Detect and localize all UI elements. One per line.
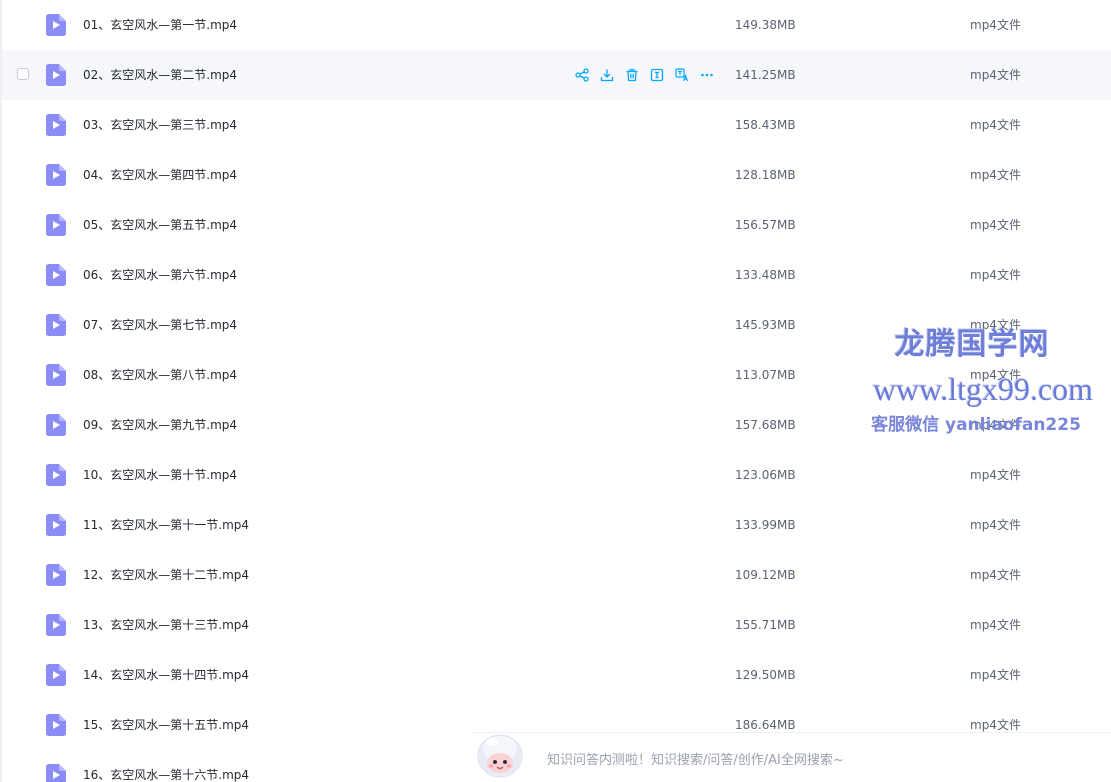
video-file-icon (46, 314, 66, 336)
more-icon[interactable] (698, 66, 716, 84)
file-type: mp4文件 (970, 418, 1021, 432)
file-size: 128.18MB (735, 168, 796, 182)
file-list: 01、玄空风水—第一节.mp4 149.38MB mp4文件 02、玄空风水—第… (2, 0, 1111, 782)
row-checkbox[interactable] (17, 68, 29, 80)
video-file-icon (46, 64, 66, 86)
file-type: mp4文件 (970, 468, 1021, 482)
file-name[interactable]: 03、玄空风水—第三节.mp4 (83, 117, 237, 133)
file-row-6[interactable]: 06、玄空风水—第六节.mp4 133.48MB mp4文件 (2, 250, 1111, 300)
file-row-5[interactable]: 05、玄空风水—第五节.mp4 156.57MB mp4文件 (2, 200, 1111, 250)
file-size: 109.12MB (735, 568, 796, 582)
file-name[interactable]: 02、玄空风水—第二节.mp4 (83, 67, 237, 83)
file-name[interactable]: 05、玄空风水—第五节.mp4 (83, 217, 237, 233)
video-file-icon (46, 364, 66, 386)
video-file-icon (46, 414, 66, 436)
file-size: 157.68MB (735, 418, 796, 432)
file-type: mp4文件 (970, 268, 1021, 282)
file-type: mp4文件 (970, 668, 1021, 682)
share-icon[interactable] (573, 66, 591, 84)
row-actions (573, 66, 716, 84)
assistant-mascot-icon[interactable] (472, 727, 528, 782)
file-name[interactable]: 10、玄空风水—第十节.mp4 (83, 467, 237, 483)
video-file-icon (46, 764, 66, 782)
file-size: 156.57MB (735, 218, 796, 232)
file-type: mp4文件 (970, 218, 1021, 232)
file-size: 123.06MB (735, 468, 796, 482)
file-size: 141.25MB (735, 68, 796, 82)
video-file-icon (46, 614, 66, 636)
file-name[interactable]: 12、玄空风水—第十二节.mp4 (83, 567, 249, 583)
file-type: mp4文件 (970, 318, 1021, 332)
file-row-10[interactable]: 10、玄空风水—第十节.mp4 123.06MB mp4文件 (2, 450, 1111, 500)
file-size: 129.50MB (735, 668, 796, 682)
file-size: 149.38MB (735, 18, 796, 32)
file-type: mp4文件 (970, 18, 1021, 32)
file-type: mp4文件 (970, 68, 1021, 82)
file-name[interactable]: 14、玄空风水—第十四节.mp4 (83, 667, 249, 683)
file-row-11[interactable]: 11、玄空风水—第十一节.mp4 133.99MB mp4文件 (2, 500, 1111, 550)
file-size: 145.93MB (735, 318, 796, 332)
file-name[interactable]: 11、玄空风水—第十一节.mp4 (83, 517, 249, 533)
file-name[interactable]: 08、玄空风水—第八节.mp4 (83, 367, 237, 383)
file-type: mp4文件 (970, 368, 1021, 382)
ai-assistant-bar[interactable]: 知识问答内测啦！知识搜索/问答/创作/AI全网搜索~ (470, 732, 1111, 782)
video-file-icon (46, 514, 66, 536)
file-row-4[interactable]: 04、玄空风水—第四节.mp4 128.18MB mp4文件 (2, 150, 1111, 200)
file-size: 155.71MB (735, 618, 796, 632)
file-size: 186.64MB (735, 718, 796, 732)
video-file-icon (46, 114, 66, 136)
file-size: 113.07MB (735, 368, 796, 382)
file-type: mp4文件 (970, 618, 1021, 632)
video-file-icon (46, 714, 66, 736)
video-file-icon (46, 164, 66, 186)
file-row-8[interactable]: 08、玄空风水—第八节.mp4 113.07MB mp4文件 (2, 350, 1111, 400)
video-file-icon (46, 14, 66, 36)
file-row-3[interactable]: 03、玄空风水—第三节.mp4 158.43MB mp4文件 (2, 100, 1111, 150)
file-type: mp4文件 (970, 118, 1021, 132)
file-row-13[interactable]: 13、玄空风水—第十三节.mp4 155.71MB mp4文件 (2, 600, 1111, 650)
video-file-icon (46, 214, 66, 236)
assistant-prompt-text[interactable]: 知识问答内测啦！知识搜索/问答/创作/AI全网搜索~ (547, 753, 844, 769)
file-size: 158.43MB (735, 118, 796, 132)
file-name[interactable]: 15、玄空风水—第十五节.mp4 (83, 717, 249, 733)
file-name[interactable]: 04、玄空风水—第四节.mp4 (83, 167, 237, 183)
file-size: 133.48MB (735, 268, 796, 282)
translate-icon[interactable] (673, 66, 691, 84)
file-type: mp4文件 (970, 718, 1021, 732)
video-file-icon (46, 264, 66, 286)
file-row-12[interactable]: 12、玄空风水—第十二节.mp4 109.12MB mp4文件 (2, 550, 1111, 600)
video-file-icon (46, 564, 66, 586)
delete-icon[interactable] (623, 66, 641, 84)
file-size: 133.99MB (735, 518, 796, 532)
file-name[interactable]: 07、玄空风水—第七节.mp4 (83, 317, 237, 333)
rename-icon[interactable] (648, 66, 666, 84)
file-name[interactable]: 09、玄空风水—第九节.mp4 (83, 417, 237, 433)
video-file-icon (46, 664, 66, 686)
file-type: mp4文件 (970, 518, 1021, 532)
file-row-2[interactable]: 02、玄空风水—第二节.mp4 141.25MB mp4文件 (2, 50, 1111, 100)
file-name[interactable]: 13、玄空风水—第十三节.mp4 (83, 617, 249, 633)
file-type: mp4文件 (970, 568, 1021, 582)
file-row-9[interactable]: 09、玄空风水—第九节.mp4 157.68MB mp4文件 (2, 400, 1111, 450)
file-name[interactable]: 06、玄空风水—第六节.mp4 (83, 267, 237, 283)
download-icon[interactable] (598, 66, 616, 84)
file-type: mp4文件 (970, 168, 1021, 182)
file-row-14[interactable]: 14、玄空风水—第十四节.mp4 129.50MB mp4文件 (2, 650, 1111, 700)
file-row-7[interactable]: 07、玄空风水—第七节.mp4 145.93MB mp4文件 (2, 300, 1111, 350)
file-name[interactable]: 16、玄空风水—第十六节.mp4 (83, 767, 249, 782)
file-row-1[interactable]: 01、玄空风水—第一节.mp4 149.38MB mp4文件 (2, 0, 1111, 50)
video-file-icon (46, 464, 66, 486)
file-name[interactable]: 01、玄空风水—第一节.mp4 (83, 17, 237, 33)
file-manager-page: 01、玄空风水—第一节.mp4 149.38MB mp4文件 02、玄空风水—第… (0, 0, 1111, 782)
